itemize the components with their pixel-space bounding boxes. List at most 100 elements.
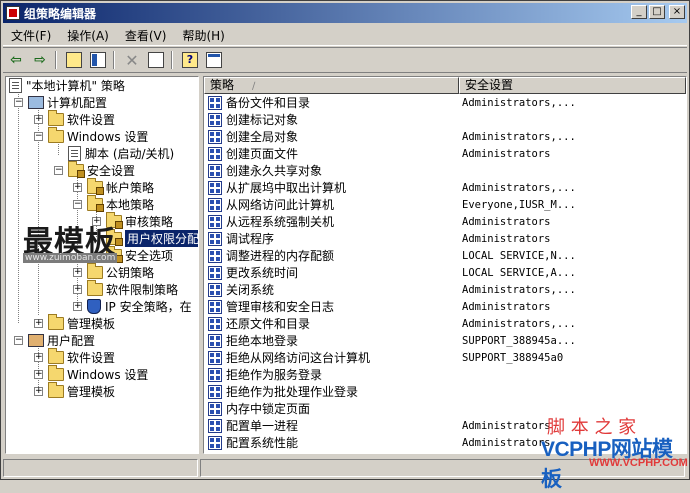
table-row[interactable]: 调试程序 Administrators	[204, 230, 686, 247]
tree-computer-config[interactable]: − 计算机配置	[14, 94, 107, 111]
expand-icon[interactable]: +	[34, 115, 43, 124]
back-button[interactable]: ⇦	[5, 49, 27, 71]
policy-name: 拒绝本地登录	[226, 334, 299, 348]
show-hide-tree-icon	[90, 52, 106, 68]
policy-name: 管理审核和安全日志	[226, 300, 335, 314]
expand-icon[interactable]: +	[34, 387, 43, 396]
table-row[interactable]: 创建全局对象 Administrators,...	[204, 128, 686, 145]
security-setting: Administrators	[462, 419, 551, 432]
tree-local-policy[interactable]: − 本地策略	[73, 195, 154, 213]
maximize-button[interactable]: □	[649, 5, 665, 19]
export-list-button[interactable]	[145, 49, 167, 71]
menu-file[interactable]: 文件(F)	[3, 27, 59, 44]
policy-name: 创建标记对象	[226, 113, 299, 127]
tree-software-restriction[interactable]: + 软件限制策略	[73, 280, 178, 298]
table-row[interactable]: 管理审核和安全日志 Administrators	[204, 298, 686, 315]
security-setting: Administrators	[462, 232, 551, 245]
tree-public-key[interactable]: + 公钥策略	[73, 263, 154, 281]
policy-item-icon	[208, 146, 222, 161]
expand-icon[interactable]: +	[73, 302, 82, 311]
menu-view[interactable]: 查看(V)	[117, 27, 175, 44]
tree-user-admin-templates[interactable]: + 管理模板	[34, 382, 115, 400]
expand-icon[interactable]: +	[73, 183, 82, 192]
expand-icon[interactable]: +	[73, 285, 82, 294]
security-setting: Administrators,...	[462, 181, 576, 194]
status-cell-left	[3, 459, 199, 477]
policy-name: 配置单一进程	[226, 419, 299, 433]
policy-name: 内存中锁定页面	[226, 402, 311, 416]
tree-user-config[interactable]: − 用户配置	[14, 332, 95, 349]
table-row[interactable]: 还原文件和目录 Administrators,...	[204, 315, 686, 332]
close-button[interactable]: ×	[669, 5, 685, 19]
menu-help[interactable]: 帮助(H)	[174, 27, 232, 44]
up-folder-icon	[66, 52, 82, 68]
collapse-icon[interactable]: −	[54, 166, 63, 175]
tree-user-rights[interactable]: 用户权限分配	[106, 229, 198, 247]
table-row[interactable]: 从网络访问此计算机 Everyone,IUSR_M...	[204, 196, 686, 213]
policy-item-icon	[208, 333, 222, 348]
table-row[interactable]: 调整进程的内存配额 LOCAL SERVICE,N...	[204, 247, 686, 264]
tree-software-settings[interactable]: + 软件设置	[34, 110, 115, 128]
expand-icon[interactable]: +	[73, 268, 82, 277]
title-bar[interactable]: 组策略编辑器 _ □ ×	[3, 3, 687, 23]
up-one-level-button[interactable]	[63, 49, 85, 71]
menu-action[interactable]: 操作(A)	[59, 27, 117, 44]
tree-ipsec[interactable]: + IP 安全策略，在	[73, 298, 192, 315]
tree-user-software-settings[interactable]: + 软件设置	[34, 348, 115, 366]
policy-item-icon	[208, 129, 222, 144]
table-row[interactable]: 关闭系统 Administrators,...	[204, 281, 686, 298]
window-controls: _ □ ×	[631, 5, 685, 19]
table-row[interactable]: 拒绝本地登录 SUPPORT_388945a...	[204, 332, 686, 349]
table-row[interactable]: 拒绝作为批处理作业登录	[204, 383, 686, 400]
folder-icon	[48, 314, 64, 330]
group-policy-window: 组策略编辑器 _ □ × 文件(F) 操作(A) 查看(V) 帮助(H) ⇦ ⇨…	[0, 0, 690, 491]
tree-pane[interactable]: "本地计算机" 策略 − 计算机配置 + 软件设置 − Windows 设置 脚…	[5, 76, 199, 454]
expand-icon[interactable]: +	[34, 353, 43, 362]
show-hide-tree-button[interactable]	[87, 49, 109, 71]
collapse-icon[interactable]: −	[73, 200, 82, 209]
table-row[interactable]: 拒绝作为服务登录	[204, 366, 686, 383]
table-row[interactable]: 从远程系统强制关机 Administrators	[204, 213, 686, 230]
table-row[interactable]: 备份文件和目录 Administrators,...	[204, 94, 686, 111]
folder-icon	[87, 280, 103, 296]
forward-button[interactable]: ⇨	[29, 49, 51, 71]
list-header: 策略 ∕ 安全设置	[204, 77, 686, 94]
expand-icon[interactable]: +	[34, 370, 43, 379]
policy-name: 还原文件和目录	[226, 317, 311, 331]
policy-item-icon	[208, 367, 222, 382]
policy-name: 从扩展坞中取出计算机	[226, 181, 347, 195]
policy-list-pane[interactable]: 策略 ∕ 安全设置 备份文件和目录 Administrators,... 创建标记对象…	[203, 76, 687, 454]
policy-item-icon	[208, 316, 222, 331]
folder-icon	[48, 365, 64, 381]
tree-security-settings[interactable]: − 安全设置	[54, 161, 135, 179]
policy-item-icon	[208, 248, 222, 263]
policy-item-icon	[208, 197, 222, 212]
delete-button[interactable]: ✕	[121, 49, 143, 71]
help-button[interactable]: ?	[179, 49, 201, 71]
table-row[interactable]: 从扩展坞中取出计算机 Administrators,...	[204, 179, 686, 196]
properties-button[interactable]	[203, 49, 225, 71]
tree-admin-templates[interactable]: + 管理模板	[34, 314, 115, 332]
collapse-icon[interactable]: −	[14, 98, 23, 107]
policy-name: 从远程系统强制关机	[226, 215, 335, 229]
table-row[interactable]: 创建页面文件 Administrators	[204, 145, 686, 162]
table-row[interactable]: 创建永久共享对象	[204, 162, 686, 179]
column-header-setting[interactable]: 安全设置	[458, 77, 686, 94]
minimize-button[interactable]: _	[631, 5, 647, 19]
table-row[interactable]: 更改系统时间 LOCAL SERVICE,A...	[204, 264, 686, 281]
table-row[interactable]: 拒绝从网络访问这台计算机 SUPPORT_388945a0	[204, 349, 686, 366]
tree-scripts[interactable]: 脚本 (启动/关机)	[68, 145, 174, 162]
policy-item-icon	[208, 282, 222, 297]
tree-windows-settings[interactable]: − Windows 设置	[34, 127, 148, 145]
column-header-policy[interactable]: 策略 ∕	[204, 77, 459, 94]
tree-user-windows-settings[interactable]: + Windows 设置	[34, 365, 148, 383]
collapse-icon[interactable]: −	[34, 132, 43, 141]
collapse-icon[interactable]: −	[14, 336, 23, 345]
table-row[interactable]: 创建标记对象	[204, 111, 686, 128]
policy-item-icon	[208, 231, 222, 246]
security-folder-icon	[87, 195, 104, 212]
expand-icon[interactable]: +	[34, 319, 43, 328]
tree-account-policy[interactable]: + 帐户策略	[73, 178, 154, 196]
user-icon	[28, 334, 44, 347]
tree-root[interactable]: "本地计算机" 策略	[9, 77, 125, 94]
